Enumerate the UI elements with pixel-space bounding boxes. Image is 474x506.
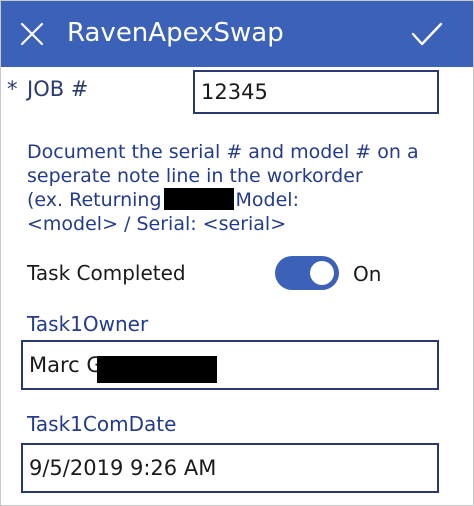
job-number-label: JOB # bbox=[27, 77, 89, 101]
task-completed-label: Task Completed bbox=[27, 261, 186, 285]
task1-owner-label: Task1Owner bbox=[27, 312, 149, 336]
toggle-knob bbox=[310, 261, 334, 285]
instruction-line-3-end: Model: bbox=[235, 189, 299, 211]
instruction-line-1: Document the serial # and model # on a bbox=[27, 141, 419, 163]
task-completed-toggle[interactable] bbox=[275, 256, 339, 290]
instruction-line-2: seperate note line in the workorder bbox=[27, 165, 363, 187]
task1-com-date-input[interactable] bbox=[21, 443, 439, 493]
instruction-text: Document the serial # and model # on a s… bbox=[27, 140, 447, 236]
app-screen: RavenApexSwap * JOB # Document the seria… bbox=[0, 0, 474, 506]
header-bar: RavenApexSwap bbox=[1, 1, 473, 67]
instruction-line-4: <model> / Serial: <serial> bbox=[27, 213, 287, 235]
task1-owner-input[interactable] bbox=[21, 340, 439, 390]
close-button[interactable] bbox=[15, 17, 49, 51]
close-icon bbox=[20, 22, 44, 46]
redaction-box bbox=[163, 188, 234, 210]
required-marker: * bbox=[7, 77, 18, 101]
task1-com-date-label: Task1ComDate bbox=[27, 412, 177, 436]
instruction-line-3: (ex. Returning Model: bbox=[27, 188, 447, 212]
job-number-input[interactable] bbox=[193, 70, 439, 114]
instruction-line-3-start: (ex. Returning bbox=[27, 189, 162, 211]
submit-button[interactable] bbox=[405, 15, 449, 53]
page-title: RavenApexSwap bbox=[67, 18, 284, 48]
checkmark-icon bbox=[411, 22, 443, 46]
redaction-box bbox=[97, 356, 217, 383]
toggle-state-label: On bbox=[353, 262, 382, 286]
